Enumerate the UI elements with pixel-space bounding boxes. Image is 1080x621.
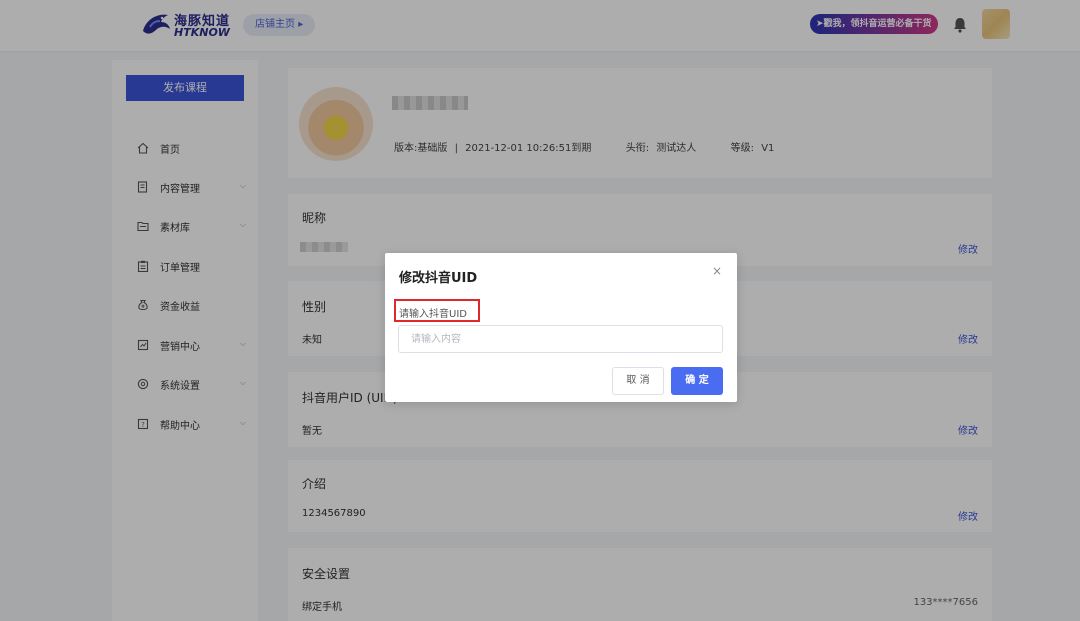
close-icon[interactable]: × [711,265,723,277]
edit-douyin-uid-dialog: 修改抖音UID × 请输入抖音UID 取 消 确 定 [385,253,737,402]
dialog-title: 修改抖音UID [399,271,478,286]
confirm-button[interactable]: 确 定 [671,367,723,395]
cancel-button[interactable]: 取 消 [612,367,664,395]
uid-input-label: 请输入抖音UID [399,309,467,320]
uid-input[interactable] [398,325,723,353]
